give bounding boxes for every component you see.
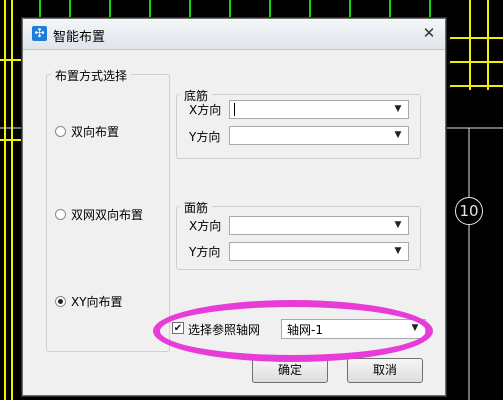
top-y-combo[interactable]: ▼ [229,242,409,261]
axis-ref-checkbox[interactable]: ✔ [172,322,184,334]
radio-xy-direction[interactable]: XY向布置 [55,293,123,310]
top-bars-group: 面筋 X方向 ▼ Y方向 ▼ [176,199,421,270]
title-bar[interactable]: ✣ 智能布置 ✕ [23,19,445,50]
layout-method-title: 布置方式选择 [51,67,132,84]
top-bars-title: 面筋 [180,199,213,216]
chevron-down-icon[interactable]: ▼ [391,217,405,234]
radio-button-selected[interactable] [55,296,66,307]
cancel-button[interactable]: 取消 [347,358,423,383]
close-button[interactable]: ✕ [419,23,439,43]
top-x-label: X方向 [189,219,222,233]
layout-method-group: 布置方式选择 双向布置 双网双向布置 XY向布置 [46,67,170,352]
axis-number-bubble: 10 [455,197,483,225]
dialog-title: 智能布置 [53,30,106,45]
radio-label: 双网双向布置 [71,208,144,222]
radio-bidirectional[interactable]: 双向布置 [55,123,119,140]
bottom-x-combo[interactable]: ▼ [229,100,409,119]
axis-ref-label[interactable]: 选择参照轴网 [188,321,260,338]
radio-button[interactable] [55,209,66,220]
radio-button[interactable] [55,126,66,137]
axis-ref-combo[interactable]: 轴网-1 ▼ [281,319,426,339]
bottom-y-label: Y方向 [189,130,221,144]
chevron-down-icon[interactable]: ▼ [391,101,405,118]
radio-label: XY向布置 [71,295,123,309]
chevron-down-icon[interactable]: ▼ [408,320,422,337]
bottom-y-combo[interactable]: ▼ [229,126,409,145]
bottom-x-label: X方向 [189,103,222,117]
top-y-label: Y方向 [189,245,221,259]
ok-button[interactable]: 确定 [252,358,328,383]
bottom-bars-group: 底筋 X方向 ▼ Y方向 ▼ [176,87,421,159]
radio-label: 双向布置 [71,125,120,139]
smart-arrange-dialog: ✣ 智能布置 ✕ 布置方式选择 双向布置 双网双向布置 XY向布置 底筋 X方向… [22,18,446,396]
chevron-down-icon[interactable]: ▼ [391,243,405,260]
text-caret [234,103,235,116]
radio-double-mesh-bidirectional[interactable]: 双网双向布置 [55,206,143,223]
arrange-icon: ✣ [32,26,47,41]
chevron-down-icon[interactable]: ▼ [391,127,405,144]
combo-value: 轴网-1 [287,323,323,337]
top-x-combo[interactable]: ▼ [229,216,409,235]
